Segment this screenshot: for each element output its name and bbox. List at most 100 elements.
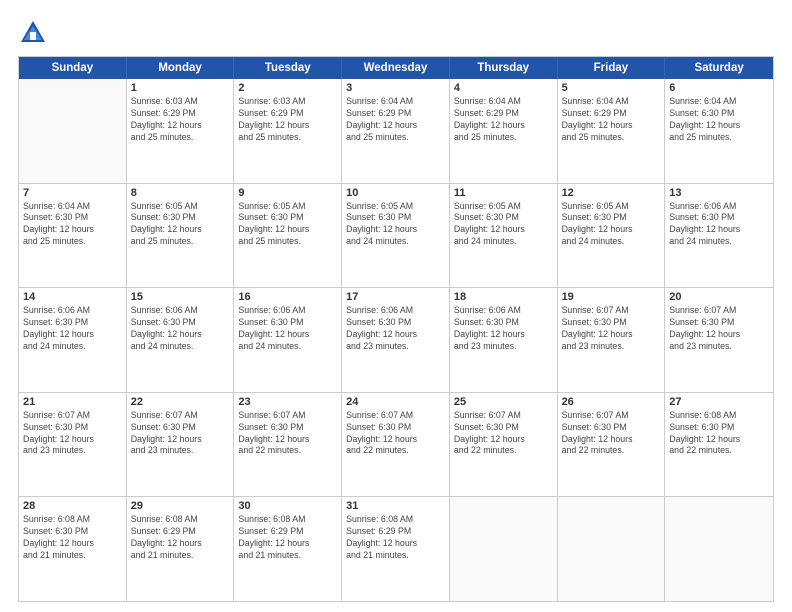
calendar-cell: 15 Sunrise: 6:06 AM Sunset: 6:30 PM Dayli… [127,288,235,392]
calendar-cell: 7 Sunrise: 6:04 AM Sunset: 6:30 PM Daylig… [19,184,127,288]
day-number: 26 [562,396,661,408]
day-number: 8 [131,187,230,199]
day-number: 11 [454,187,553,199]
day-number: 4 [454,82,553,94]
day-number: 31 [346,500,445,512]
calendar-header-cell: Tuesday [234,57,342,79]
calendar-header-cell: Thursday [450,57,558,79]
calendar-header-cell: Monday [127,57,235,79]
day-number: 7 [23,187,122,199]
cell-info: Sunrise: 6:08 AM Sunset: 6:29 PM Dayligh… [131,514,230,562]
calendar-cell: 9 Sunrise: 6:05 AM Sunset: 6:30 PM Daylig… [234,184,342,288]
calendar-cell: 24 Sunrise: 6:07 AM Sunset: 6:30 PM Dayli… [342,393,450,497]
calendar-cell: 6 Sunrise: 6:04 AM Sunset: 6:30 PM Daylig… [665,79,773,183]
cell-info: Sunrise: 6:07 AM Sunset: 6:30 PM Dayligh… [562,410,661,458]
day-number: 17 [346,291,445,303]
day-number: 20 [669,291,769,303]
calendar-cell: 23Sunrise: 6:07 AM Sunset: 6:30 PM Dayli… [234,393,342,497]
cell-info: Sunrise: 6:06 AM Sunset: 6:30 PM Dayligh… [131,305,230,353]
calendar-cell [450,497,558,601]
calendar-cell: 29 Sunrise: 6:08 AM Sunset: 6:29 PM Dayli… [127,497,235,601]
cell-info: Sunrise: 6:07 AM Sunset: 6:30 PM Dayligh… [669,305,769,353]
day-number: 1 [131,82,230,94]
day-number: 16 [238,291,337,303]
cell-info: Sunrise: 6:05 AM Sunset: 6:30 PM Dayligh… [131,201,230,249]
logo [18,18,52,48]
calendar-header-cell: Saturday [665,57,773,79]
calendar-cell: 14Sunrise: 6:06 AM Sunset: 6:30 PM Dayli… [19,288,127,392]
day-number: 2 [238,82,337,94]
cell-info: Sunrise: 6:08 AM Sunset: 6:30 PM Dayligh… [669,410,769,458]
calendar-row: 14 Sunrise: 6:06 AM Sunset: 6:30 PM Dayli… [19,287,773,392]
calendar-cell: 21Sunrise: 6:07 AM Sunset: 6:30 PM Dayli… [19,393,127,497]
cell-info: Sunrise: 6:05 AM Sunset: 6:30 PM Dayligh… [238,201,337,249]
day-number: 28 [23,500,122,512]
day-number: 25 [454,396,553,408]
calendar-cell: 28 Sunrise: 6:08 AM Sunset: 6:30 PM Dayli… [19,497,127,601]
cell-info: Sunrise: 6:08 AM Sunset: 6:29 PM Dayligh… [346,514,445,562]
cell-info: Sunrise: 6:04 AM Sunset: 6:29 PM Dayligh… [562,96,661,144]
calendar-cell: 16 Sunrise: 6:06 AM Sunset: 6:30 PM Dayli… [234,288,342,392]
calendar-cell [558,497,666,601]
calendar-cell: 4 Sunrise: 6:04 AM Sunset: 6:29 PM Daylig… [450,79,558,183]
calendar-cell: 20 Sunrise: 6:07 AM Sunset: 6:30 PM Dayli… [665,288,773,392]
cell-info: Sunrise: 6:07 AM Sunset: 6:30 PM Dayligh… [454,410,553,458]
day-number: 14 [23,291,122,303]
calendar-header-cell: Friday [558,57,666,79]
cell-info: Sunrise: 6:07 AM Sunset: 6:30 PM Dayligh… [131,410,230,458]
cell-info: Sunrise: 6:05 AM Sunset: 6:30 PM Dayligh… [562,201,661,249]
calendar-cell: 3 Sunrise: 6:04 AM Sunset: 6:29 PM Daylig… [342,79,450,183]
calendar-cell: 13 Sunrise: 6:06 AM Sunset: 6:30 PM Dayli… [665,184,773,288]
calendar: SundayMondayTuesdayWednesdayThursdayFrid… [18,56,774,602]
calendar-body: 1Sunrise: 6:03 AM Sunset: 6:29 PM Daylig… [19,79,773,601]
calendar-cell: 31 Sunrise: 6:08 AM Sunset: 6:29 PM Dayli… [342,497,450,601]
day-number: 15 [131,291,230,303]
cell-info: Sunrise: 6:08 AM Sunset: 6:29 PM Dayligh… [238,514,337,562]
cell-info: Sunrise: 6:07 AM Sunset: 6:30 PM Dayligh… [562,305,661,353]
day-number: 12 [562,187,661,199]
calendar-header: SundayMondayTuesdayWednesdayThursdayFrid… [19,57,773,79]
cell-info: Sunrise: 6:06 AM Sunset: 6:30 PM Dayligh… [346,305,445,353]
day-number: 9 [238,187,337,199]
cell-info: Sunrise: 6:04 AM Sunset: 6:29 PM Dayligh… [346,96,445,144]
calendar-cell [19,79,127,183]
calendar-cell: 25 Sunrise: 6:07 AM Sunset: 6:30 PM Dayli… [450,393,558,497]
cell-info: Sunrise: 6:07 AM Sunset: 6:30 PM Dayligh… [346,410,445,458]
cell-info: Sunrise: 6:05 AM Sunset: 6:30 PM Dayligh… [346,201,445,249]
day-number: 13 [669,187,769,199]
calendar-row: 21Sunrise: 6:07 AM Sunset: 6:30 PM Dayli… [19,392,773,497]
calendar-cell: 30 Sunrise: 6:08 AM Sunset: 6:29 PM Dayli… [234,497,342,601]
day-number: 27 [669,396,769,408]
calendar-cell: 17 Sunrise: 6:06 AM Sunset: 6:30 PM Dayli… [342,288,450,392]
day-number: 29 [131,500,230,512]
calendar-cell: 1Sunrise: 6:03 AM Sunset: 6:29 PM Daylig… [127,79,235,183]
day-number: 10 [346,187,445,199]
page: SundayMondayTuesdayWednesdayThursdayFrid… [0,0,792,612]
cell-info: Sunrise: 6:08 AM Sunset: 6:30 PM Dayligh… [23,514,122,562]
cell-info: Sunrise: 6:06 AM Sunset: 6:30 PM Dayligh… [454,305,553,353]
cell-info: Sunrise: 6:04 AM Sunset: 6:30 PM Dayligh… [23,201,122,249]
day-number: 23 [238,396,337,408]
calendar-header-cell: Sunday [19,57,127,79]
calendar-cell: 22Sunrise: 6:07 AM Sunset: 6:30 PM Dayli… [127,393,235,497]
day-number: 3 [346,82,445,94]
calendar-row: 28 Sunrise: 6:08 AM Sunset: 6:30 PM Dayli… [19,496,773,601]
cell-info: Sunrise: 6:06 AM Sunset: 6:30 PM Dayligh… [238,305,337,353]
day-number: 30 [238,500,337,512]
calendar-cell: 10 Sunrise: 6:05 AM Sunset: 6:30 PM Dayli… [342,184,450,288]
calendar-cell: 2Sunrise: 6:03 AM Sunset: 6:29 PM Daylig… [234,79,342,183]
day-number: 6 [669,82,769,94]
cell-info: Sunrise: 6:05 AM Sunset: 6:30 PM Dayligh… [454,201,553,249]
calendar-cell: 11 Sunrise: 6:05 AM Sunset: 6:30 PM Dayli… [450,184,558,288]
cell-info: Sunrise: 6:04 AM Sunset: 6:30 PM Dayligh… [669,96,769,144]
calendar-cell [665,497,773,601]
day-number: 24 [346,396,445,408]
calendar-row: 1Sunrise: 6:03 AM Sunset: 6:29 PM Daylig… [19,79,773,183]
header [18,18,774,48]
cell-info: Sunrise: 6:04 AM Sunset: 6:29 PM Dayligh… [454,96,553,144]
logo-icon [18,18,48,48]
calendar-cell: 27 Sunrise: 6:08 AM Sunset: 6:30 PM Dayli… [665,393,773,497]
calendar-cell: 5Sunrise: 6:04 AM Sunset: 6:29 PM Daylig… [558,79,666,183]
day-number: 18 [454,291,553,303]
cell-info: Sunrise: 6:06 AM Sunset: 6:30 PM Dayligh… [669,201,769,249]
